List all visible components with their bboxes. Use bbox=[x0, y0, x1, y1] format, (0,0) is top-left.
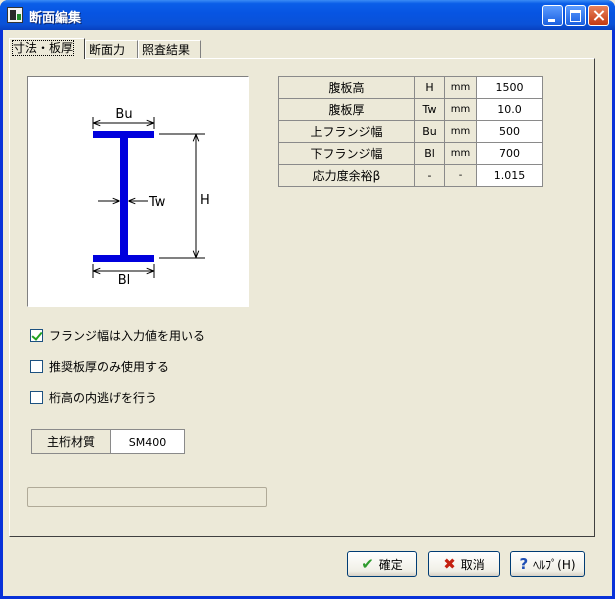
tab-check-results[interactable]: 照査結果 bbox=[138, 40, 201, 58]
help-button[interactable]: ? ﾍﾙﾌﾟ(H) bbox=[510, 551, 585, 577]
param-row: 腹板高 Hmm 1500 bbox=[278, 76, 543, 99]
param-name: 腹板厚 bbox=[278, 98, 415, 121]
bu-label: Bu bbox=[115, 107, 132, 122]
confirm-button[interactable]: ✔ 確定 bbox=[347, 551, 417, 577]
param-unit: mm bbox=[444, 120, 477, 143]
checkbox-flange-input[interactable] bbox=[30, 328, 43, 342]
bl-label: Bl bbox=[118, 273, 131, 288]
minimize-button[interactable] bbox=[542, 5, 563, 26]
option-label: 桁高の内逃げを行う bbox=[49, 390, 158, 405]
param-unit: - bbox=[444, 164, 477, 187]
param-symbol: Bl bbox=[414, 142, 445, 165]
h-label: H bbox=[200, 193, 210, 208]
title-bar[interactable]: 断面編集 bbox=[0, 0, 615, 30]
param-row: 応力度余裕β - -1.015 bbox=[278, 164, 543, 187]
param-symbol: Bu bbox=[414, 120, 445, 143]
app-icon bbox=[7, 7, 23, 23]
option-label: フランジ幅は入力値を用いる bbox=[49, 328, 206, 343]
checkbox-girder-height[interactable] bbox=[30, 390, 43, 404]
cancel-button[interactable]: ✖ 取消 bbox=[428, 551, 500, 577]
param-value[interactable]: 700 bbox=[476, 142, 543, 165]
check-icon: ✔ bbox=[361, 554, 374, 573]
material-field: 主桁材質 SM400 bbox=[31, 429, 185, 454]
web bbox=[120, 138, 128, 255]
maximize-button[interactable] bbox=[565, 5, 586, 26]
parameter-table: 腹板高 Hmm 1500 腹板厚 Tw mm 10.0 上フランジ幅 Bu mm 500 下フランジ幅… bbox=[278, 76, 543, 187]
param-symbol: H bbox=[414, 76, 445, 99]
tab-dimensions[interactable]: 寸法・板厚 bbox=[9, 38, 85, 59]
param-symbol: - bbox=[414, 164, 445, 187]
param-row: 上フランジ幅 Bu mm 500 bbox=[278, 120, 543, 143]
window-title: 断面編集 bbox=[29, 11, 82, 26]
checkbox-recommended-thickness[interactable] bbox=[30, 359, 43, 373]
param-name: 上フランジ幅 bbox=[278, 120, 415, 143]
param-value[interactable]: 10.0 bbox=[476, 98, 543, 121]
param-name: 腹板高 bbox=[278, 76, 415, 99]
option-label: 推奨板厚のみ使用する bbox=[49, 359, 170, 374]
progress-bar bbox=[27, 487, 267, 507]
param-value[interactable]: 1500 bbox=[476, 76, 543, 99]
param-value[interactable]: 500 bbox=[476, 120, 543, 143]
param-name: 応力度余裕β bbox=[278, 164, 415, 187]
param-unit: mm bbox=[444, 142, 477, 165]
material-value[interactable]: SM400 bbox=[111, 429, 185, 454]
section-diagram: Bu Bl Tw H bbox=[27, 76, 249, 307]
param-value[interactable]: 1.015 bbox=[476, 164, 543, 187]
param-unit: mm bbox=[444, 98, 477, 121]
option-girder-height[interactable]: 桁高の内逃げを行う bbox=[30, 388, 157, 406]
help-label: ﾍﾙﾌﾟ(H) bbox=[533, 557, 576, 572]
tw-label: Tw bbox=[148, 195, 166, 210]
confirm-label: 確定 bbox=[378, 557, 403, 572]
option-flange-input[interactable]: フランジ幅は入力値を用いる bbox=[30, 326, 205, 344]
cancel-label: 取消 bbox=[460, 557, 485, 572]
param-row: 腹板厚 Tw mm 10.0 bbox=[278, 98, 543, 121]
top-flange bbox=[93, 131, 154, 138]
i-beam-drawing: Bu Bl Tw H bbox=[92, 107, 210, 288]
tab-section-forces[interactable]: 断面力 bbox=[85, 40, 138, 58]
param-name: 下フランジ幅 bbox=[278, 142, 415, 165]
x-icon: ✖ bbox=[443, 554, 456, 573]
material-label: 主桁材質 bbox=[31, 429, 111, 454]
option-recommended-thickness[interactable]: 推奨板厚のみ使用する bbox=[30, 357, 169, 375]
param-unit: mm bbox=[444, 76, 477, 99]
question-icon: ? bbox=[519, 554, 529, 573]
close-button[interactable] bbox=[588, 5, 609, 26]
param-row: 下フランジ幅 Bl mm 700 bbox=[278, 142, 543, 165]
bottom-flange bbox=[93, 255, 154, 262]
param-symbol: Tw bbox=[414, 98, 445, 121]
